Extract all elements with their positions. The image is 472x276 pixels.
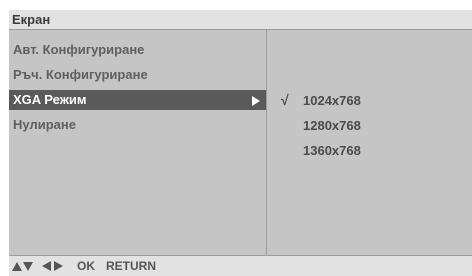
ok-hint: OK (77, 259, 95, 273)
menu-item-reset[interactable]: Нулиране (9, 115, 266, 135)
osd-menu: Екран Авт. Конфигуриране Ръч. Конфигурир… (0, 0, 472, 276)
down-arrow-icon (23, 262, 33, 271)
left-arrow-icon (42, 261, 51, 271)
option-label: 1280x768 (303, 118, 361, 133)
menu-item-label: Нулиране (13, 117, 76, 132)
menu-item-label: Ръч. Конфигуриране (13, 67, 148, 82)
menu-item-auto-config[interactable]: Авт. Конфигуриране (9, 40, 266, 60)
menu-title: Екран (12, 12, 51, 27)
up-arrow-icon (12, 262, 22, 271)
main-menu-panel: Авт. Конфигуриране Ръч. Конфигуриране XG… (9, 30, 267, 255)
menu-item-label: XGA Режим (13, 92, 87, 107)
option-1360x768[interactable]: 1360x768 (267, 141, 472, 161)
submenu-arrow-icon (252, 96, 260, 106)
nav-arrows (12, 261, 72, 273)
footer-hint-bar: OK RETURN (9, 255, 472, 276)
checkmark-icon: √ (281, 92, 289, 108)
option-1024x768[interactable]: √ 1024x768 (267, 91, 472, 111)
menu-item-manual-config[interactable]: Ръч. Конфигуриране (9, 65, 266, 85)
option-1280x768[interactable]: 1280x768 (267, 116, 472, 136)
option-label: 1360x768 (303, 143, 361, 158)
right-arrow-icon (54, 261, 63, 271)
submenu-panel: √ 1024x768 1280x768 1360x768 (267, 30, 472, 255)
menu-title-bar: Екран (9, 10, 472, 30)
menu-item-xga-mode[interactable]: XGA Режим (9, 90, 266, 110)
menu-item-label: Авт. Конфигуриране (13, 42, 145, 57)
return-hint: RETURN (106, 259, 156, 273)
option-label: 1024x768 (303, 93, 361, 108)
